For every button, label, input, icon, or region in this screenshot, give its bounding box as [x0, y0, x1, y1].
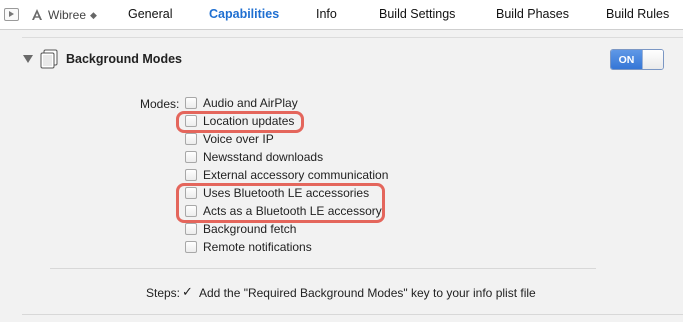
divider — [22, 37, 683, 38]
checkbox[interactable] — [185, 133, 197, 145]
mode-label: External accessory communication — [203, 168, 389, 182]
mode-checkbox-background-fetch[interactable]: Background fetch — [185, 221, 296, 237]
editor-tab-bar: Wibree ◆ General Capabilities Info Build… — [0, 0, 683, 30]
background-modes-icon — [38, 48, 60, 70]
divider — [50, 268, 596, 269]
app-target-icon — [30, 8, 44, 22]
mode-label: Location updates — [203, 114, 295, 128]
background-modes-toggle[interactable]: ON — [610, 49, 664, 70]
target-name: Wibree — [48, 8, 87, 22]
tab-build-settings[interactable]: Build Settings — [379, 7, 455, 21]
disclosure-triangle-icon[interactable] — [23, 55, 33, 63]
mode-label: Voice over IP — [203, 132, 274, 146]
tab-info[interactable]: Info — [316, 7, 337, 21]
mode-checkbox-remote-notifications[interactable]: Remote notifications — [185, 239, 312, 255]
target-selector[interactable]: Wibree ◆ — [30, 5, 97, 25]
tab-build-phases[interactable]: Build Phases — [496, 7, 569, 21]
checkbox[interactable] — [185, 223, 197, 235]
checkbox[interactable] — [185, 97, 197, 109]
sidebar-toggle-icon[interactable] — [4, 8, 19, 21]
mode-label: Acts as a Bluetooth LE accessory — [203, 204, 382, 218]
tab-build-rules[interactable]: Build Rules — [606, 7, 669, 21]
divider — [22, 314, 683, 315]
checkbox[interactable] — [185, 115, 197, 127]
modes-label: Modes: — [140, 97, 180, 111]
steps-label: Steps: — [146, 286, 181, 300]
checkbox[interactable] — [185, 169, 197, 181]
mode-checkbox-voice-over-ip[interactable]: Voice over IP — [185, 131, 274, 147]
section-title: Background Modes — [66, 52, 182, 66]
mode-checkbox-acts-as-bluetooth-le[interactable]: Acts as a Bluetooth LE accessory — [185, 203, 382, 219]
mode-label: Uses Bluetooth LE accessories — [203, 186, 370, 200]
checkbox[interactable] — [185, 241, 197, 253]
tab-general[interactable]: General — [128, 7, 172, 21]
checkbox[interactable] — [185, 205, 197, 217]
capabilities-panel: Background Modes ON Modes: Audio and Air… — [0, 31, 683, 322]
mode-label: Background fetch — [203, 222, 297, 236]
stepper-icon: ◆ — [90, 9, 97, 20]
tab-capabilities[interactable]: Capabilities — [209, 7, 279, 21]
toggle-knob — [642, 50, 663, 69]
checkbox[interactable] — [185, 151, 197, 163]
mode-label: Remote notifications — [203, 240, 312, 254]
toggle-label: ON — [611, 50, 642, 69]
mode-checkbox-location-updates[interactable]: Location updates — [185, 113, 294, 129]
mode-checkbox-external-accessory[interactable]: External accessory communication — [185, 167, 388, 183]
mode-label: Audio and AirPlay — [203, 96, 298, 110]
mode-checkbox-newsstand-downloads[interactable]: Newsstand downloads — [185, 149, 323, 165]
mode-label: Newsstand downloads — [203, 150, 324, 164]
mode-checkbox-uses-bluetooth-le[interactable]: Uses Bluetooth LE accessories — [185, 185, 369, 201]
checkbox[interactable] — [185, 187, 197, 199]
checkmark-icon: ✓ — [182, 284, 193, 299]
steps-text: Add the "Required Background Modes" key … — [199, 286, 536, 300]
mode-checkbox-audio-airplay[interactable]: Audio and AirPlay — [185, 95, 298, 111]
